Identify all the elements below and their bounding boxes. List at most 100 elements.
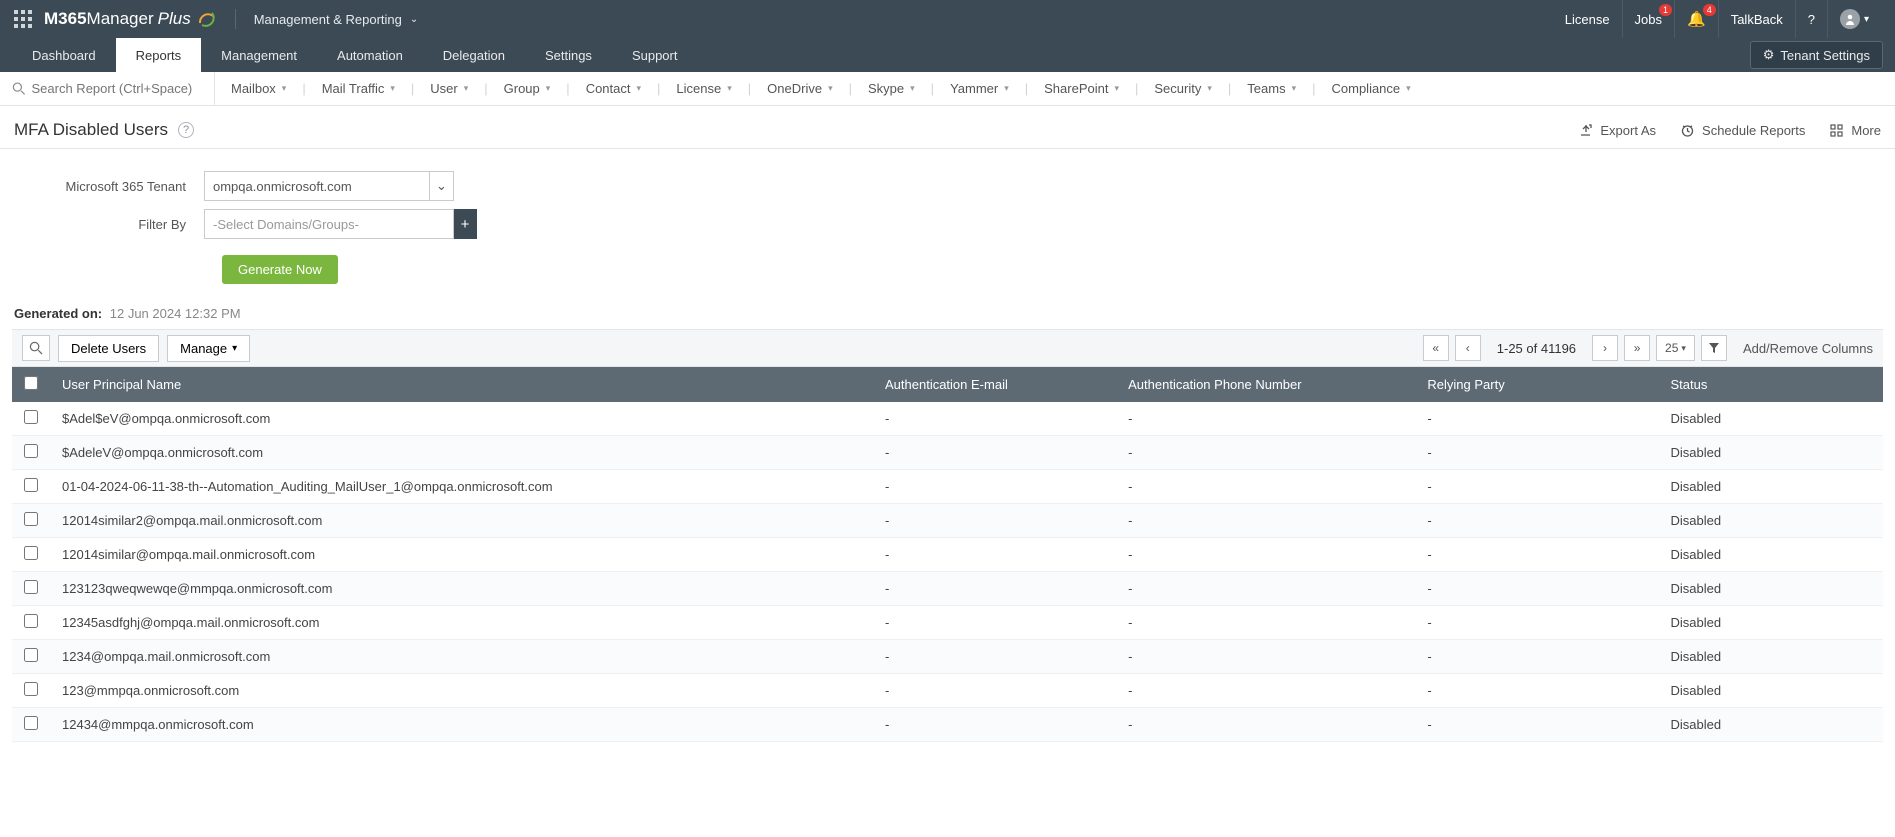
tenant-settings-button[interactable]: ⚙ Tenant Settings bbox=[1750, 41, 1883, 69]
filter-user[interactable]: User▾ bbox=[414, 72, 484, 105]
cell-status: Disabled bbox=[1659, 538, 1883, 572]
row-checkbox[interactable] bbox=[24, 580, 38, 594]
filter-mailbox[interactable]: Mailbox▾ bbox=[215, 72, 302, 105]
manage-dropdown[interactable]: Manage ▾ bbox=[167, 335, 250, 362]
page-info: 1-25 of 41196 bbox=[1487, 341, 1586, 356]
cell-status: Disabled bbox=[1659, 504, 1883, 538]
row-checkbox[interactable] bbox=[24, 478, 38, 492]
apps-grid-icon[interactable] bbox=[14, 10, 32, 28]
filter-yammer[interactable]: Yammer▾ bbox=[934, 72, 1025, 105]
tab-support[interactable]: Support bbox=[612, 38, 698, 72]
cell-upn: 12014similar2@ompqa.mail.onmicrosoft.com bbox=[50, 504, 873, 538]
notifications-button[interactable]: 🔔 4 bbox=[1674, 0, 1718, 38]
help-icon[interactable]: ? bbox=[178, 122, 194, 138]
jobs-link[interactable]: Jobs 1 bbox=[1622, 0, 1674, 38]
schedule-reports-button[interactable]: Schedule Reports bbox=[1680, 123, 1805, 138]
row-checkbox[interactable] bbox=[24, 410, 38, 424]
cell-phone: - bbox=[1116, 572, 1415, 606]
cell-rp: - bbox=[1415, 436, 1658, 470]
topbar-right: License Jobs 1 🔔 4 TalkBack ? ▾ bbox=[1553, 0, 1881, 38]
first-page-button[interactable]: « bbox=[1423, 335, 1449, 361]
row-checkbox[interactable] bbox=[24, 444, 38, 458]
tab-dashboard[interactable]: Dashboard bbox=[12, 38, 116, 72]
col-upn[interactable]: User Principal Name bbox=[50, 367, 873, 402]
col-auth-phone[interactable]: Authentication Phone Number bbox=[1116, 367, 1415, 402]
filter-sharepoint[interactable]: SharePoint▾ bbox=[1028, 72, 1135, 105]
filter-contact[interactable]: Contact▾ bbox=[570, 72, 657, 105]
col-relying-party[interactable]: Relying Party bbox=[1415, 367, 1658, 402]
caret-down-icon: ▾ bbox=[1292, 83, 1297, 94]
license-label: License bbox=[1565, 12, 1610, 27]
filterby-label: Filter By bbox=[14, 217, 204, 232]
tenant-select[interactable]: ompqa.onmicrosoft.com ⌄ bbox=[204, 171, 454, 201]
tab-settings[interactable]: Settings bbox=[525, 38, 612, 72]
cell-upn: 1234@ompqa.mail.onmicrosoft.com bbox=[50, 640, 873, 674]
add-filter-button[interactable]: + bbox=[453, 209, 477, 239]
filter-group[interactable]: Group▾ bbox=[488, 72, 567, 105]
row-checkbox[interactable] bbox=[24, 512, 38, 526]
generated-on-label: Generated on: bbox=[14, 306, 102, 321]
cell-phone: - bbox=[1116, 606, 1415, 640]
tab-management[interactable]: Management bbox=[201, 38, 317, 72]
plus-icon: + bbox=[461, 216, 470, 233]
cell-phone: - bbox=[1116, 640, 1415, 674]
select-all-checkbox[interactable] bbox=[24, 376, 38, 390]
prev-page-button[interactable]: ‹ bbox=[1455, 335, 1481, 361]
chevron-down-icon: ⌄ bbox=[410, 14, 418, 25]
filter-label: Compliance bbox=[1332, 81, 1401, 96]
filter-skype[interactable]: Skype▾ bbox=[852, 72, 931, 105]
page-size-select[interactable]: 25 ▾ bbox=[1656, 335, 1695, 361]
filter-compliance[interactable]: Compliance ▾ bbox=[1316, 72, 1427, 105]
topbar: M365 Manager Plus Management & Reporting… bbox=[0, 0, 1895, 38]
profile-menu[interactable]: ▾ bbox=[1827, 0, 1881, 38]
search-report-input[interactable] bbox=[32, 81, 207, 96]
filter-button[interactable] bbox=[1701, 335, 1727, 361]
filter-label: Teams bbox=[1247, 81, 1285, 96]
next-page-button[interactable]: › bbox=[1592, 335, 1618, 361]
caret-down-icon: ▾ bbox=[1406, 83, 1411, 94]
filterby-select[interactable]: -Select Domains/Groups- bbox=[204, 209, 454, 239]
row-checkbox[interactable] bbox=[24, 614, 38, 628]
last-page-button[interactable]: » bbox=[1624, 335, 1650, 361]
add-remove-columns-link[interactable]: Add/Remove Columns bbox=[1733, 341, 1873, 356]
talkback-link[interactable]: TalkBack bbox=[1718, 0, 1795, 38]
caret-down-icon: ▾ bbox=[1004, 83, 1009, 94]
cell-email: - bbox=[873, 708, 1116, 742]
module-dropdown[interactable]: Management & Reporting ⌄ bbox=[254, 12, 419, 27]
cell-rp: - bbox=[1415, 674, 1658, 708]
cell-upn: 12014similar@ompqa.mail.onmicrosoft.com bbox=[50, 538, 873, 572]
row-checkbox[interactable] bbox=[24, 546, 38, 560]
cell-phone: - bbox=[1116, 402, 1415, 436]
row-checkbox[interactable] bbox=[24, 648, 38, 662]
col-auth-email[interactable]: Authentication E-mail bbox=[873, 367, 1116, 402]
tab-automation[interactable]: Automation bbox=[317, 38, 423, 72]
delete-users-button[interactable]: Delete Users bbox=[58, 335, 159, 362]
export-as-button[interactable]: Export As bbox=[1578, 123, 1656, 138]
page-title-row: MFA Disabled Users ? Export As Schedule … bbox=[0, 106, 1895, 148]
divider bbox=[235, 9, 236, 29]
filter-label: Mail Traffic bbox=[322, 81, 385, 96]
gear-icon: ⚙ bbox=[1763, 47, 1775, 63]
cell-email: - bbox=[873, 674, 1116, 708]
row-checkbox[interactable] bbox=[24, 716, 38, 730]
generated-on: Generated on: 12 Jun 2024 12:32 PM bbox=[0, 296, 1895, 329]
tab-delegation[interactable]: Delegation bbox=[423, 38, 525, 72]
export-icon bbox=[1578, 123, 1593, 138]
generate-now-button[interactable]: Generate Now bbox=[222, 255, 338, 284]
caret-down-icon: ▾ bbox=[727, 83, 732, 94]
filter-mail-traffic[interactable]: Mail Traffic▾ bbox=[306, 72, 411, 105]
caret-down-icon: ▾ bbox=[1114, 83, 1119, 94]
table-search-button[interactable] bbox=[22, 335, 50, 361]
filter-license[interactable]: License▾ bbox=[660, 72, 747, 105]
caret-down-icon: ▾ bbox=[637, 83, 642, 94]
caret-down-icon: ▾ bbox=[828, 83, 833, 94]
filter-security[interactable]: Security▾ bbox=[1138, 72, 1228, 105]
license-link[interactable]: License bbox=[1553, 0, 1622, 38]
filter-teams[interactable]: Teams ▾ bbox=[1231, 72, 1312, 105]
tab-reports[interactable]: Reports bbox=[116, 38, 202, 72]
more-button[interactable]: More bbox=[1829, 123, 1881, 138]
filter-onedrive[interactable]: OneDrive▾ bbox=[751, 72, 848, 105]
row-checkbox[interactable] bbox=[24, 682, 38, 696]
help-button[interactable]: ? bbox=[1795, 0, 1827, 38]
col-status[interactable]: Status bbox=[1659, 367, 1883, 402]
